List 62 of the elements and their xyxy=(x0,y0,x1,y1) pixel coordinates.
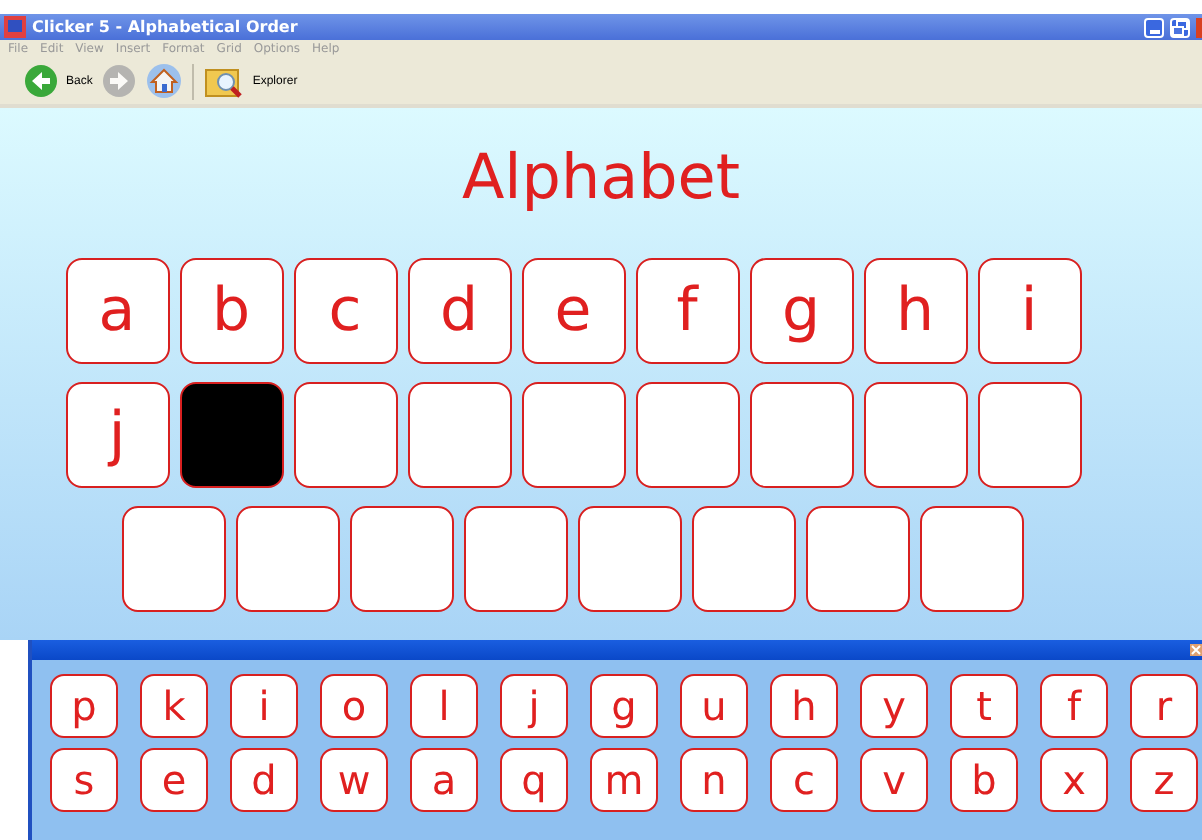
letter-cell[interactable]: b xyxy=(179,258,283,364)
letter-cell[interactable] xyxy=(121,506,225,612)
letter-key[interactable]: s xyxy=(50,748,118,812)
house-icon xyxy=(146,64,183,98)
window-title: Clicker 5 - Alphabetical Order xyxy=(32,18,298,36)
letter-cell[interactable] xyxy=(977,382,1081,488)
letter-key[interactable]: g xyxy=(590,674,658,738)
letter-key[interactable]: h xyxy=(770,674,838,738)
letter-key[interactable]: y xyxy=(860,674,928,738)
letter-key[interactable]: b xyxy=(950,748,1018,812)
letter-key[interactable]: e xyxy=(140,748,208,812)
letter-cell[interactable] xyxy=(521,382,625,488)
letter-cell[interactable] xyxy=(805,506,909,612)
letter-cell[interactable] xyxy=(863,382,967,488)
letter-key[interactable]: m xyxy=(590,748,658,812)
letter-key[interactable]: t xyxy=(950,674,1018,738)
letter-cell[interactable] xyxy=(577,506,681,612)
letter-key[interactable]: c xyxy=(770,748,838,812)
minimize-icon xyxy=(1149,30,1159,34)
letter-cell[interactable]: e xyxy=(521,258,625,364)
letter-key[interactable]: q xyxy=(500,748,568,812)
minimize-button[interactable] xyxy=(1144,17,1164,37)
restore-icon xyxy=(1172,19,1188,35)
letter-cell[interactable] xyxy=(293,382,397,488)
letter-cell[interactable]: g xyxy=(749,258,853,364)
letter-cell[interactable]: h xyxy=(863,258,967,364)
letter-cell[interactable] xyxy=(749,382,853,488)
letter-key[interactable]: u xyxy=(680,674,748,738)
letter-cell[interactable] xyxy=(635,382,739,488)
letter-key[interactable]: r xyxy=(1130,674,1198,738)
letter-key[interactable]: l xyxy=(410,674,478,738)
letter-cell[interactable]: c xyxy=(293,258,397,364)
letter-cell[interactable] xyxy=(349,506,453,612)
letter-cell[interactable] xyxy=(463,506,567,612)
letter-cell[interactable]: f xyxy=(635,258,739,364)
letter-key[interactable]: i xyxy=(230,674,298,738)
letter-cell[interactable]: a xyxy=(65,258,169,364)
letter-key[interactable]: k xyxy=(140,674,208,738)
folder-search-icon xyxy=(204,63,245,99)
letter-cell[interactable] xyxy=(691,506,795,612)
letter-cell[interactable]: d xyxy=(407,258,511,364)
letter-key[interactable]: n xyxy=(680,748,748,812)
letter-cell[interactable]: i xyxy=(977,258,1081,364)
letter-key[interactable]: x xyxy=(1040,748,1108,812)
home-button[interactable] xyxy=(146,64,183,98)
letter-key[interactable]: w xyxy=(320,748,388,812)
letter-key[interactable]: a xyxy=(410,748,478,812)
letter-cell[interactable] xyxy=(179,382,283,488)
restore-button[interactable] xyxy=(1170,17,1190,37)
heading: Alphabet xyxy=(461,140,741,218)
letter-key[interactable]: f xyxy=(1040,674,1108,738)
letter-key[interactable]: v xyxy=(860,748,928,812)
letter-key[interactable]: z xyxy=(1130,748,1198,812)
letter-key[interactable]: j xyxy=(500,674,568,738)
letter-key[interactable]: p xyxy=(50,674,118,738)
letter-key[interactable]: d xyxy=(230,748,298,812)
letter-key[interactable]: o xyxy=(320,674,388,738)
letter-cell[interactable] xyxy=(919,506,1023,612)
app-icon xyxy=(4,16,26,38)
letter-cell[interactable]: j xyxy=(65,382,169,488)
letter-cell[interactable] xyxy=(235,506,339,612)
letter-cell[interactable] xyxy=(407,382,511,488)
